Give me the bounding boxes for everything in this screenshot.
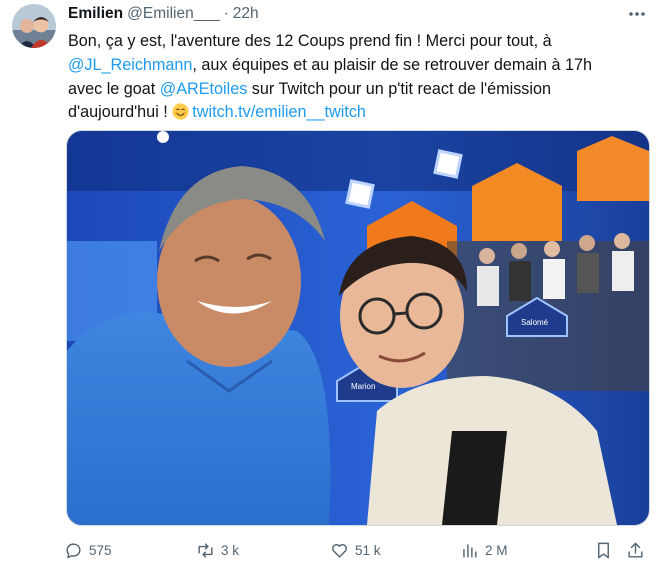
user-handle[interactable]: @Emilien___ <box>127 5 219 23</box>
like-button[interactable]: 51 k <box>330 536 381 564</box>
avatar[interactable] <box>12 4 56 48</box>
share-button[interactable] <box>626 536 645 564</box>
speech-bubble-icon <box>66 542 81 558</box>
tweet-text-line: avec le goat @AREtoiles sur Twitch pour … <box>68 79 552 98</box>
bookmark-icon <box>598 542 609 558</box>
more-horizontal-icon <box>629 12 645 16</box>
tweet-text: Bon, ça y est, l'aventure des 12 Coups p… <box>68 30 648 125</box>
tweet-header: Emilien @Emilien___ · 22h <box>68 4 259 24</box>
tweet-card[interactable]: Emilien @Emilien___ · 22h Bon, ça y est,… <box>0 0 660 574</box>
tweet-actions: 575 3 k 51 k 2 M <box>64 536 650 564</box>
retweet-count: 3 k <box>221 542 240 558</box>
display-name[interactable]: Emilien <box>68 5 123 23</box>
retweet-arrows-icon <box>198 542 213 558</box>
retweet-button[interactable]: 3 k <box>196 536 239 564</box>
selfie-photo: Marion Salomé <box>67 131 649 525</box>
mention-link[interactable]: @AREtoiles <box>160 80 248 98</box>
reply-button[interactable]: 575 <box>64 536 112 564</box>
more-button[interactable] <box>624 4 650 24</box>
tweet-text-line: d'aujourd'hui ! twitch.tv/emilien__twitc… <box>68 103 366 122</box>
tweet-photo[interactable]: Marion Salomé <box>66 130 650 526</box>
avatar-image <box>12 4 56 48</box>
share-upload-icon <box>628 542 643 558</box>
like-count: 51 k <box>355 542 381 558</box>
views-count: 2 M <box>485 542 508 558</box>
separator-dot: · <box>223 5 229 22</box>
timestamp[interactable]: 22h <box>233 5 259 23</box>
name-tag-text: Salomé <box>521 318 549 327</box>
tweet-text-line: Bon, ça y est, l'aventure des 12 Coups p… <box>68 32 552 50</box>
mention-link[interactable]: @JL_Reichmann <box>68 56 192 74</box>
bookmark-button[interactable] <box>594 536 613 564</box>
reply-count: 575 <box>89 542 112 558</box>
tweet-text-line: @JL_Reichmann, aux équipes et au plaisir… <box>68 55 592 74</box>
smiling-face-emoji-icon <box>172 103 189 120</box>
bar-chart-icon <box>463 543 477 558</box>
twitch-link[interactable]: twitch.tv/emilien__twitch <box>192 103 366 121</box>
heart-icon <box>332 543 347 558</box>
name-tag-text: Marion <box>351 382 375 391</box>
views-button[interactable]: 2 M <box>460 536 508 564</box>
